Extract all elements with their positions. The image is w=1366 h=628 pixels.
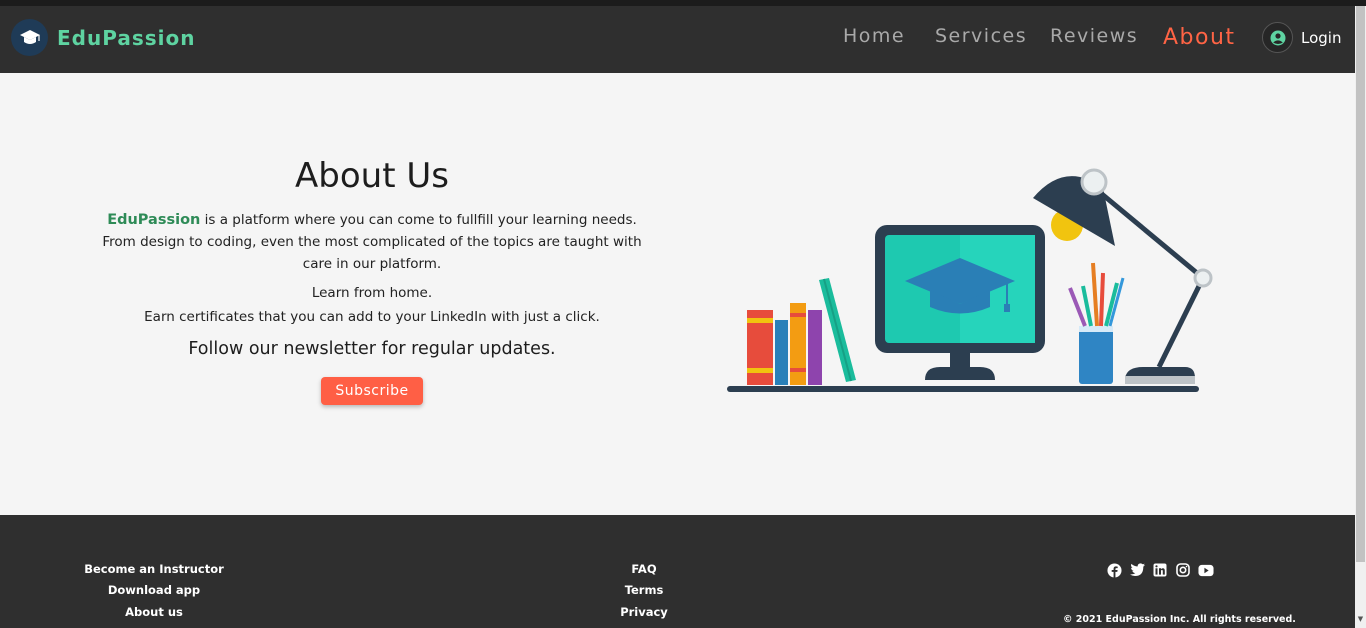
footer-link-faq[interactable]: FAQ — [594, 559, 694, 580]
graduation-cap-icon — [11, 19, 48, 56]
footer-links-left: Become an Instructor Download app About … — [84, 559, 224, 623]
footer: Become an Instructor Download app About … — [0, 515, 1355, 628]
nav-services-link[interactable]: Services — [935, 25, 1027, 47]
about-title: About Us — [295, 156, 449, 196]
youtube-icon[interactable] — [1198, 562, 1214, 578]
user-circle-icon — [1262, 22, 1293, 53]
newsletter-heading: Follow our newsletter for regular update… — [188, 339, 556, 359]
nav-about-link[interactable]: About — [1163, 25, 1236, 50]
footer-link-about-us[interactable]: About us — [84, 602, 224, 623]
footer-links-middle: FAQ Terms Privacy — [594, 559, 694, 623]
scroll-down-arrow-icon[interactable]: ▼ — [1356, 615, 1365, 624]
navbar: EduPassion Home Services Reviews About L… — [0, 6, 1355, 73]
about-line-certificates: Earn certificates that you can add to yo… — [144, 309, 600, 325]
about-text-block: About Us EduPassion is a platform where … — [92, 156, 652, 405]
brand[interactable]: EduPassion — [11, 19, 195, 56]
about-section: About Us EduPassion is a platform where … — [0, 73, 1355, 515]
nav-home-link[interactable]: Home — [843, 25, 905, 47]
linkedin-icon[interactable] — [1152, 562, 1168, 578]
page: EduPassion Home Services Reviews About L… — [0, 0, 1366, 628]
about-description: EduPassion is a platform where you can c… — [92, 209, 652, 275]
subscribe-button[interactable]: Subscribe — [321, 377, 423, 405]
scrollbar-thumb[interactable] — [1356, 6, 1365, 562]
twitter-icon[interactable] — [1129, 562, 1145, 578]
login-label: Login — [1301, 28, 1342, 47]
social-links — [1106, 562, 1214, 578]
footer-link-terms[interactable]: Terms — [594, 580, 694, 601]
brand-inline-name: EduPassion — [107, 212, 201, 228]
instagram-icon[interactable] — [1175, 562, 1191, 578]
facebook-icon[interactable] — [1106, 562, 1122, 578]
brand-name: EduPassion — [57, 25, 196, 50]
footer-link-download-app[interactable]: Download app — [84, 580, 224, 601]
login-button[interactable]: Login — [1262, 22, 1341, 53]
footer-link-become-instructor[interactable]: Become an Instructor — [84, 559, 224, 580]
page-scrollbar[interactable]: ▼ — [1355, 6, 1366, 628]
desk-illustration — [727, 168, 1213, 392]
about-line-home: Learn from home. — [311, 285, 433, 301]
footer-link-privacy[interactable]: Privacy — [594, 602, 694, 623]
nav-reviews-link[interactable]: Reviews — [1050, 25, 1138, 47]
copyright-text: © 2021 EduPassion Inc. All rights reserv… — [1063, 614, 1296, 625]
